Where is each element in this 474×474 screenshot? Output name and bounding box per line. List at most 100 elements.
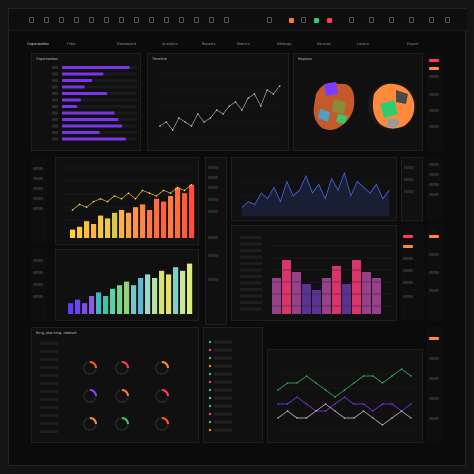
legend-swatch[interactable]: [404, 178, 414, 181]
control-toggle[interactable]: [208, 176, 218, 179]
filter-item[interactable]: [33, 271, 43, 274]
gauge-arc: [121, 417, 129, 425]
swatch-icon[interactable]: [301, 17, 306, 23]
tab-filter[interactable]: Filter: [67, 42, 76, 46]
filter-item[interactable]: [33, 283, 43, 286]
series-line: [72, 184, 192, 211]
legend-swatch[interactable]: [429, 357, 439, 360]
bar: [119, 210, 125, 238]
data-point: [381, 424, 384, 426]
filter-item[interactable]: [33, 295, 43, 298]
legend-swatch[interactable]: [429, 253, 439, 256]
filter-item[interactable]: [33, 187, 43, 190]
row-label: [214, 404, 232, 408]
tab-dashboard[interactable]: Dashboard: [117, 42, 136, 46]
region-shape[interactable]: [324, 82, 338, 96]
legend-swatch[interactable]: [403, 281, 413, 284]
data-point: [372, 417, 374, 419]
data-point: [215, 109, 218, 111]
legend-swatch[interactable]: [403, 269, 413, 272]
share-icon[interactable]: [179, 17, 184, 23]
legend-swatch[interactable]: [403, 235, 413, 238]
legend-swatch[interactable]: [404, 190, 414, 193]
legend-swatch[interactable]: [403, 245, 413, 248]
tab-export[interactable]: Export: [407, 42, 418, 46]
legend-swatch[interactable]: [429, 125, 439, 128]
bar: [180, 270, 186, 314]
control-toggle[interactable]: [208, 166, 218, 169]
bar: [62, 92, 107, 95]
tab-icon[interactable]: [89, 17, 94, 23]
bar: [140, 204, 146, 238]
legend-swatch[interactable]: [429, 59, 439, 62]
legend-swatch[interactable]: [429, 337, 439, 340]
row-label: [214, 356, 232, 360]
filter-item[interactable]: [33, 167, 43, 170]
chart-icon[interactable]: [119, 17, 124, 23]
legend-swatch[interactable]: [429, 289, 439, 292]
legend-swatch[interactable]: [403, 295, 413, 298]
control-toggle[interactable]: [208, 254, 218, 257]
menu-icon[interactable]: [29, 17, 34, 23]
legend-swatch[interactable]: [429, 271, 439, 274]
data-point: [324, 410, 327, 412]
tab-settings[interactable]: Settings: [277, 42, 291, 46]
row-label: [240, 255, 262, 259]
row-label: [214, 428, 232, 432]
status-dot: [208, 396, 212, 400]
row-label: [240, 268, 262, 272]
legend-swatch[interactable]: [429, 377, 439, 380]
legend-swatch[interactable]: [429, 417, 439, 420]
filter-item[interactable]: [33, 207, 43, 210]
panel-icon[interactable]: [104, 17, 109, 23]
filter-item[interactable]: [33, 259, 43, 262]
legend-swatch[interactable]: [429, 235, 439, 238]
legend-swatch[interactable]: [403, 257, 413, 260]
grid-icon[interactable]: [74, 17, 79, 23]
user-icon[interactable]: [349, 17, 354, 23]
control-toggle[interactable]: [208, 236, 218, 239]
bar: [62, 111, 115, 115]
tag-icon[interactable]: [209, 17, 214, 23]
control-toggle[interactable]: [208, 278, 218, 281]
expand-icon[interactable]: [429, 17, 434, 23]
legend-swatch[interactable]: [429, 163, 439, 166]
filter-icon[interactable]: [149, 17, 154, 23]
data-point: [286, 403, 289, 405]
window-icon[interactable]: [44, 17, 49, 23]
waves-panel: [267, 349, 423, 443]
help-icon[interactable]: [389, 17, 394, 23]
legend-swatch[interactable]: [429, 183, 439, 186]
legend-swatch[interactable]: [429, 193, 439, 196]
legend-swatch[interactable]: [429, 397, 439, 400]
control-toggle[interactable]: [208, 186, 218, 189]
tab-metrics[interactable]: Metrics: [237, 42, 250, 46]
export-icon[interactable]: [194, 17, 199, 23]
control-toggle[interactable]: [208, 198, 218, 201]
series-line: [278, 396, 412, 412]
legend-swatch[interactable]: [429, 75, 439, 78]
more-icon[interactable]: [409, 17, 414, 23]
close-icon[interactable]: [445, 17, 450, 23]
data-point: [260, 105, 262, 107]
row-label: [40, 390, 58, 393]
arrow-icon[interactable]: [267, 17, 272, 23]
bottom-list-panel: [203, 327, 263, 443]
tab-sources[interactable]: Sources: [317, 42, 331, 46]
filter-item[interactable]: [33, 197, 43, 200]
tab-reports[interactable]: Reports: [202, 42, 215, 46]
phone-icon[interactable]: [164, 17, 169, 23]
legend-swatch[interactable]: [429, 67, 439, 70]
layers-icon[interactable]: [59, 17, 64, 23]
legend-swatch[interactable]: [429, 109, 439, 112]
settings-icon[interactable]: [224, 17, 229, 23]
table-icon[interactable]: [134, 17, 139, 23]
legend-swatch[interactable]: [404, 166, 414, 169]
control-toggle[interactable]: [208, 210, 218, 213]
tab-layout[interactable]: Layout: [357, 42, 369, 46]
legend-swatch[interactable]: [429, 93, 439, 96]
tab-analytics[interactable]: Analytics: [162, 42, 178, 46]
filter-item[interactable]: [33, 177, 43, 180]
bell-icon[interactable]: [369, 17, 374, 23]
legend-swatch[interactable]: [429, 173, 439, 176]
